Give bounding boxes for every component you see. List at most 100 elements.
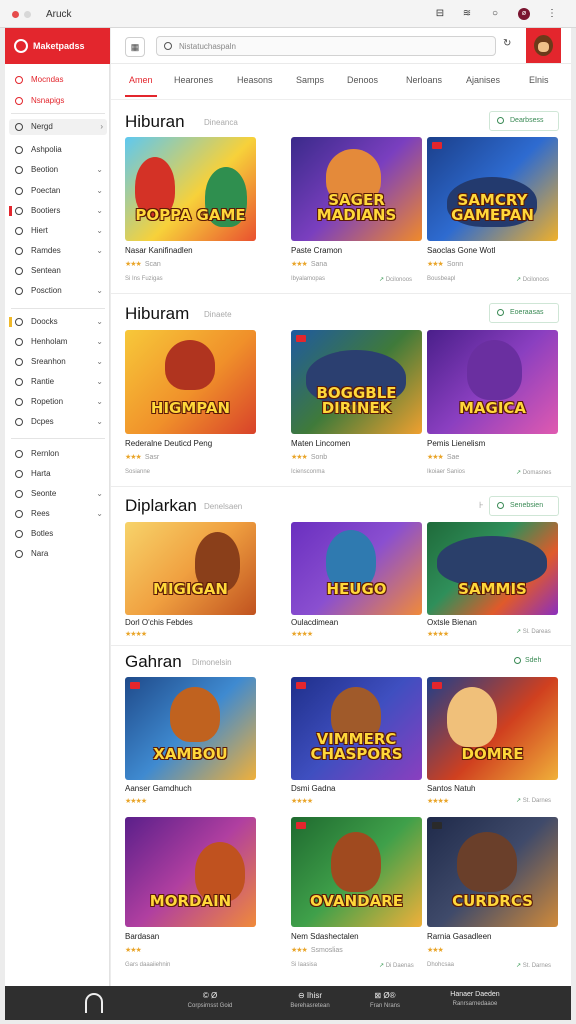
star-rating-icon: ★★★★ xyxy=(291,631,313,638)
game-rating: ★★★★ xyxy=(125,630,256,638)
footer-link-3[interactable]: ⊠ Ø® Fran Nrans xyxy=(355,991,415,1009)
search-icon xyxy=(497,117,504,124)
game-title[interactable]: Maten Lincomen xyxy=(291,439,422,448)
footer-link-4[interactable]: Hanaer Daeden Ranrsarnedaaoe xyxy=(435,991,515,1007)
game-title[interactable]: Bardasan xyxy=(125,932,256,941)
game-title[interactable]: Nem Sdashectalen xyxy=(291,932,422,941)
game-card-image[interactable]: OVANDARE xyxy=(291,817,422,927)
game-card-image[interactable]: DOMRE xyxy=(427,677,558,780)
game-card-image[interactable]: POPPA GAME xyxy=(125,137,256,241)
game-card-image[interactable]: HEUGO xyxy=(291,522,422,615)
star-rating-icon: ★★★ xyxy=(125,947,142,954)
footer-link-1[interactable]: © Ø Corpsirnsst Goid xyxy=(175,991,245,1009)
sidebar-item-4[interactable]: Ashpolia xyxy=(9,142,107,158)
game-title[interactable]: Paste Cramon xyxy=(291,246,422,255)
game-title[interactable]: Aanser Gamdhuch xyxy=(125,784,256,793)
game-title[interactable]: Oulacdimean xyxy=(291,618,422,627)
sidebar-item-9[interactable]: Ramdes ⌄ xyxy=(9,243,107,259)
sidebar-item-18[interactable]: Rernlon xyxy=(9,446,107,462)
menu-icon[interactable]: ⋮ xyxy=(546,8,558,20)
sidebar-item-14[interactable]: Sreanhon ⌄ xyxy=(9,354,107,370)
sidebar-item-5[interactable]: Beotion ⌄ xyxy=(9,162,107,178)
tab-4[interactable]: Samps xyxy=(296,75,324,85)
refresh-icon xyxy=(514,657,521,664)
section-title: Hiburam xyxy=(125,304,190,323)
sidebar-item-12[interactable]: Doocks ⌄ xyxy=(9,314,107,330)
section-subtitle: Dinaete xyxy=(204,310,232,319)
sidebar-item-13[interactable]: Henholam ⌄ xyxy=(9,334,107,350)
sidebar-item-17[interactable]: Dcpes ⌄ xyxy=(9,414,107,430)
game-title[interactable]: Oxtsle Bienan xyxy=(427,618,558,627)
box-icon xyxy=(15,378,23,386)
avatar[interactable] xyxy=(526,28,561,63)
game-card-image[interactable]: MORDAIN xyxy=(125,817,256,927)
sidebar-item-22[interactable]: Botles xyxy=(9,526,107,542)
home-logo-icon[interactable] xyxy=(85,993,103,1013)
wifi-icon[interactable]: ≋ xyxy=(461,8,473,20)
tab-2[interactable]: Hearones xyxy=(174,75,213,85)
game-title[interactable]: Dorl O'chis Febdes xyxy=(125,618,256,627)
search-icon[interactable]: ○ xyxy=(489,8,501,20)
sidebar-item-21[interactable]: Rees ⌄ xyxy=(9,506,107,522)
see-all-button[interactable]: Senebsien xyxy=(489,496,559,516)
game-title[interactable]: Nasar Kanifinadlen xyxy=(125,246,256,255)
game-title[interactable]: Saoclas Gone Wotl xyxy=(427,246,558,255)
sidebar-item-15[interactable]: Rantie ⌄ xyxy=(9,374,107,390)
sidebar-item-7[interactable]: Bootiers ⌄ xyxy=(9,203,107,219)
tab-8[interactable]: Elnis xyxy=(529,75,549,85)
see-all-button[interactable]: Dearbsess xyxy=(489,111,559,131)
sidebar-item-10[interactable]: Sentean xyxy=(9,263,107,279)
game-rating: ★★★★ xyxy=(291,797,422,805)
game-extra: Ibyalamopas xyxy=(291,276,326,282)
game-card-image[interactable]: MIGIGAN xyxy=(125,522,256,615)
game-card-image[interactable]: CURDRCS xyxy=(427,817,558,927)
minimize-window-button[interactable] xyxy=(24,11,31,18)
sidebar-item-2[interactable]: Nsnapigs xyxy=(9,93,107,109)
tab-7[interactable]: Ajanises xyxy=(466,75,500,85)
game-card-image[interactable]: SAMMIS xyxy=(427,522,558,615)
sidebar-item-19[interactable]: Harta xyxy=(9,466,107,482)
box-icon xyxy=(15,470,23,478)
game-card-image[interactable]: SAMCRY GAMEPAN xyxy=(427,137,558,241)
sidebar-item-23[interactable]: Nara xyxy=(9,546,107,562)
search-input[interactable]: Nistatuchaspaln xyxy=(156,36,496,56)
tab-1[interactable]: Amen xyxy=(129,75,153,85)
refresh-icon[interactable]: ↻ xyxy=(503,38,511,49)
hot-badge-icon xyxy=(296,682,306,689)
profile-badge-icon[interactable]: ø xyxy=(518,8,530,20)
see-all-button[interactable]: Eoeraasas xyxy=(489,303,559,323)
sidebar-item-8[interactable]: Hiert ⌄ xyxy=(9,223,107,239)
game-title[interactable]: Rarnia Gasadleen xyxy=(427,932,558,941)
sidebar-item-3[interactable]: Nergd › xyxy=(9,119,107,135)
game-card-image[interactable]: XAMBOU xyxy=(125,677,256,780)
game-card-image[interactable]: MAGICA xyxy=(427,330,558,434)
tab-5[interactable]: Denoos xyxy=(347,75,378,85)
calendar-icon[interactable]: ▦ xyxy=(125,37,145,57)
game-card-image[interactable]: VIMMERC CHASPORS xyxy=(291,677,422,780)
hot-badge-icon xyxy=(296,335,306,342)
see-all-button[interactable]: Sdeh xyxy=(489,652,559,672)
game-card-image[interactable]: SAGER MADIANS xyxy=(291,137,422,241)
box-icon xyxy=(15,287,23,295)
close-window-button[interactable] xyxy=(12,11,19,18)
sidebar-item-16[interactable]: Ropetion ⌄ xyxy=(9,394,107,410)
brand-header[interactable]: Maketpadss xyxy=(5,28,110,64)
game-title[interactable]: Rederalne Deuticd Peng xyxy=(125,439,256,448)
sidebar-item-6[interactable]: Poectan ⌄ xyxy=(9,183,107,199)
game-title[interactable]: Pemis Lienelism xyxy=(427,439,558,448)
box-icon xyxy=(15,490,23,498)
sidebar-item-11[interactable]: Posction ⌄ xyxy=(9,283,107,299)
game-title[interactable]: Dsmi Gadna xyxy=(291,784,422,793)
bookmark-icon[interactable]: ⊟ xyxy=(434,8,446,20)
tab-6[interactable]: Nerloans xyxy=(406,75,442,85)
footer-link-2[interactable]: ⊖ Ihisr Berehasretean xyxy=(275,991,345,1009)
footer-link-label: Berehasretean xyxy=(290,1003,330,1009)
tab-3[interactable]: Heasons xyxy=(237,75,273,85)
game-card-image[interactable]: BOGGBLE DIRINEK xyxy=(291,330,422,434)
pin-icon[interactable]: ⊦ xyxy=(479,500,484,511)
game-title[interactable]: Santos Natuh xyxy=(427,784,558,793)
game-card-image[interactable]: HIGMPAN xyxy=(125,330,256,434)
sidebar-item-1[interactable]: Mocndas xyxy=(9,72,107,88)
sidebar-item-20[interactable]: Seonte ⌄ xyxy=(9,486,107,502)
section-subtitle: Denelsaen xyxy=(204,502,243,511)
